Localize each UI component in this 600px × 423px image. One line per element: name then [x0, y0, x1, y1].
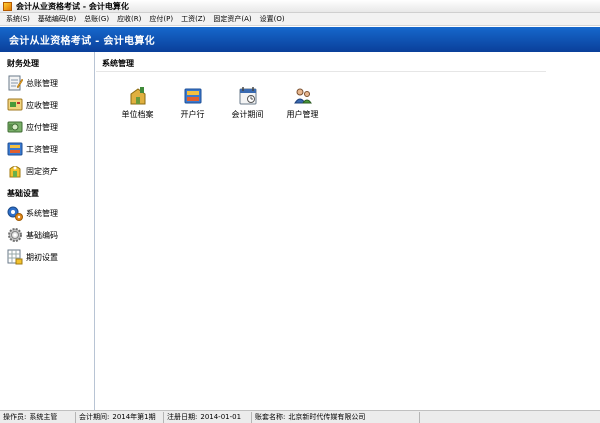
status-label: 注册日期:	[167, 413, 198, 421]
system-icon	[7, 206, 23, 221]
gear-icon	[8, 228, 22, 242]
tile-label: 会计期间	[231, 110, 264, 119]
sidebar-item-receivable[interactable]: 应收管理	[0, 94, 94, 116]
tile-accounting-period[interactable]: 会计期间	[220, 86, 275, 120]
sidebar-item-label: 基础编码	[26, 230, 58, 240]
menu-salary[interactable]: 工资(Z)	[177, 14, 209, 24]
tile-label: 开户行	[180, 110, 205, 119]
sidebar-item-fixed-assets[interactable]: 固定资产	[0, 160, 94, 182]
menu-payable[interactable]: 应付(P)	[145, 14, 177, 24]
status-period: 会计期间: 2014年第1期	[76, 411, 164, 423]
menu-receivable[interactable]: 应收(R)	[113, 14, 145, 24]
menu-basic-codes[interactable]: 基础编码(B)	[34, 14, 80, 24]
main-panel: 系统管理 单位档案 开户行 会计期间 用户管理	[96, 52, 600, 410]
status-bar: 操作员: 系统主管 会计期间: 2014年第1期 注册日期: 2014-01-0…	[0, 410, 600, 423]
bank-icon	[184, 88, 201, 104]
function-tiles: 单位档案 开户行 会计期间 用户管理	[96, 86, 600, 120]
status-value: 2014-01-01	[200, 413, 242, 421]
payable-icon	[7, 121, 23, 133]
salary-icon	[7, 142, 23, 156]
status-operator: 操作员: 系统主管	[0, 411, 76, 423]
opening-icon	[7, 249, 23, 265]
sidebar-item-system[interactable]: 系统管理	[0, 202, 94, 224]
status-account: 账套名称: 北京新时代传媒有限公司	[252, 411, 420, 423]
menu-bar: 系统(S) 基础编码(B) 总账(G) 应收(R) 应付(P) 工资(Z) 固定…	[0, 13, 600, 26]
window-title: 会计从业资格考试 - 会计电算化	[16, 1, 129, 11]
sidebar-item-label: 期初设置	[26, 252, 58, 262]
sidebar-item-opening[interactable]: 期初设置	[0, 246, 94, 268]
sidebar-item-label: 应收管理	[26, 100, 58, 110]
title-bar: 会计从业资格考试 - 会计电算化	[0, 0, 600, 13]
calendar-icon	[239, 87, 256, 105]
sidebar-item-basic-codes[interactable]: 基础编码	[0, 224, 94, 246]
tile-bank[interactable]: 开户行	[165, 86, 220, 120]
status-label: 账套名称:	[255, 413, 286, 421]
users-icon	[293, 88, 312, 104]
tile-label: 用户管理	[286, 110, 319, 119]
sidebar-group-basic-settings: 基础设置	[7, 189, 39, 198]
status-value: 2014年第1期	[112, 413, 156, 421]
menu-settings[interactable]: 设置(O)	[256, 14, 289, 24]
status-label: 操作员:	[3, 413, 27, 421]
sidebar-item-label: 总账管理	[26, 78, 58, 88]
status-value: 北京新时代传媒有限公司	[288, 413, 366, 421]
sidebar-item-label: 固定资产	[26, 166, 58, 176]
status-value: 系统主管	[29, 413, 58, 421]
menu-fixed-assets[interactable]: 固定资产(A)	[209, 14, 255, 24]
sidebar-item-label: 应付管理	[26, 122, 58, 132]
menu-ledger[interactable]: 总账(G)	[80, 14, 113, 24]
sidebar-item-label: 工资管理	[26, 144, 58, 154]
banner-title: 会计从业资格考试 - 会计电算化	[9, 36, 155, 47]
section-title: 系统管理	[96, 56, 546, 72]
ledger-icon	[8, 75, 23, 91]
app-icon	[3, 1, 12, 11]
sidebar: 财务处理 总账管理 应收管理 应付管理 工资管理 固定资产 基础设置 系统管理 …	[0, 52, 95, 410]
receivable-icon	[7, 98, 23, 111]
tile-company-file[interactable]: 单位档案	[110, 86, 165, 120]
tile-label: 单位档案	[121, 110, 154, 119]
sidebar-item-ledger[interactable]: 总账管理	[0, 72, 94, 94]
sidebar-item-label: 系统管理	[26, 208, 58, 218]
status-date: 注册日期: 2014-01-01	[164, 411, 252, 423]
sidebar-item-payable[interactable]: 应付管理	[0, 116, 94, 138]
fixed-asset-icon	[9, 166, 21, 178]
menu-system[interactable]: 系统(S)	[2, 14, 34, 24]
sidebar-item-salary[interactable]: 工资管理	[0, 138, 94, 160]
tile-user-management[interactable]: 用户管理	[275, 86, 330, 120]
header-banner: 会计从业资格考试 - 会计电算化	[0, 27, 600, 52]
sidebar-group-finance: 财务处理	[7, 59, 39, 68]
company-file-icon	[130, 87, 145, 105]
status-label: 会计期间:	[79, 413, 110, 421]
